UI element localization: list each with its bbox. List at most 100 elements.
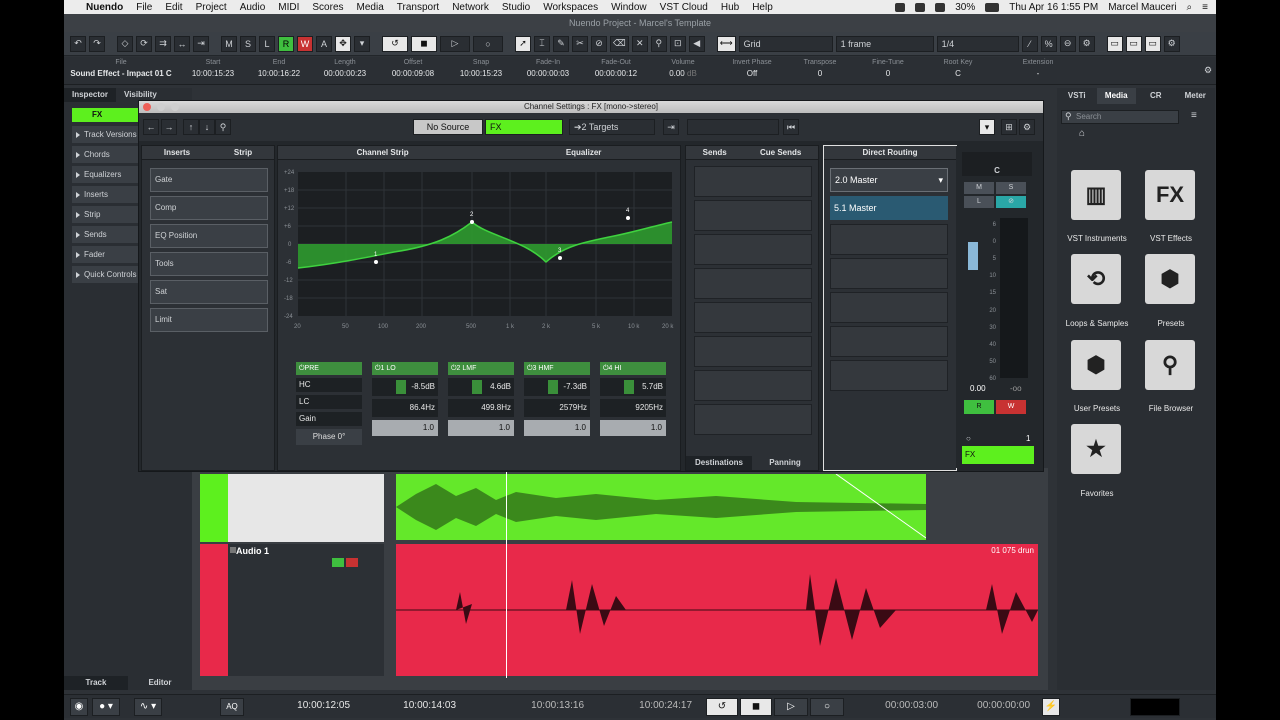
routing-slot[interactable] [830, 258, 948, 289]
play-icon[interactable]: ▷ [440, 35, 470, 52]
band-header[interactable]: ⏻ 4 HI [600, 362, 666, 375]
routing-slot[interactable] [830, 224, 948, 255]
strip-module-comp[interactable]: Comp [150, 196, 268, 220]
record-enable-icon[interactable]: ○ [966, 434, 971, 443]
list-view-icon[interactable]: ≡ [1191, 110, 1197, 121]
tempo-display[interactable] [1130, 698, 1180, 716]
snap-icon[interactable]: ⟷ [716, 35, 736, 52]
read-icon[interactable] [332, 558, 344, 567]
pan-control[interactable]: C [962, 152, 1032, 176]
punch-out-time[interactable]: 10:00:24:17 [606, 700, 692, 711]
window-settings-icon[interactable]: ⚙ [1019, 119, 1035, 135]
info-file-value[interactable]: Sound Effect - Impact 01 C [66, 69, 176, 78]
split-icon[interactable]: ✂ [572, 35, 588, 52]
input-source-button[interactable]: No Source [413, 119, 483, 135]
info-value[interactable]: 10:00:16:22 [250, 69, 308, 78]
tab-sends[interactable]: Sends [703, 148, 727, 157]
menu-media[interactable]: Media [357, 2, 384, 13]
cycle-icon[interactable]: ↺ [382, 35, 408, 52]
info-cell[interactable]: Extension - [1008, 59, 1068, 78]
menu-list-icon[interactable]: ≡ [1202, 2, 1208, 13]
file-browser-icon[interactable]: ⚲ [1145, 340, 1195, 390]
tab-vsti[interactable]: VSTi [1057, 88, 1097, 104]
menu-workspaces[interactable]: Workspaces [543, 2, 598, 13]
search-icon[interactable]: ⚲ [215, 119, 231, 135]
fader-volume-value[interactable]: 0.00 [970, 384, 986, 393]
info-settings-icon[interactable]: ⚙ [1204, 65, 1212, 76]
forward-icon[interactable]: → [161, 119, 177, 135]
band-q[interactable]: 1.0 [372, 420, 438, 436]
down-icon[interactable]: ↓ [199, 119, 215, 135]
mute-tool-icon[interactable]: ✕ [631, 35, 648, 52]
star-icon[interactable]: ★ [1071, 424, 1121, 474]
channel-strip-tab[interactable]: Channel Strip [357, 148, 409, 157]
aq-button[interactable]: AQ [220, 698, 244, 716]
object-select-icon[interactable]: ➚ [515, 35, 531, 52]
mute-icon[interactable] [230, 547, 236, 553]
write-button[interactable]: W [996, 400, 1026, 414]
autoscroll-icon[interactable]: ⇉ [155, 35, 171, 52]
routing-slot[interactable]: 5.1 Master [830, 196, 948, 220]
zoom-icon[interactable] [171, 103, 179, 111]
menu-hub[interactable]: Hub [721, 2, 739, 13]
nudge-icon[interactable]: ⇥ [193, 35, 209, 52]
window-layout-icon[interactable]: ⊞ [1001, 119, 1017, 135]
layout-left-icon[interactable]: ▭ [1106, 35, 1123, 52]
tab-panning[interactable]: Panning [752, 456, 818, 470]
tab-destinations[interactable]: Destinations [686, 456, 752, 470]
eq-band-handle[interactable] [470, 220, 474, 224]
band-gain[interactable]: 5.7dB [600, 378, 666, 396]
post-roll-time[interactable]: 00:00:00:00 [954, 700, 1030, 711]
info-value[interactable]: 00:00:09:08 [384, 69, 442, 78]
layout-right-icon[interactable]: ▭ [1144, 35, 1161, 52]
info-value[interactable]: 0.00 dB [654, 69, 712, 78]
band-gain[interactable]: -8.5dB [372, 378, 438, 396]
band-gain[interactable]: 4.6dB [448, 378, 514, 396]
left-locator[interactable]: 10:00:12:05 [274, 700, 350, 711]
automation-mode-icon[interactable]: ✥ [335, 35, 351, 52]
erase-icon[interactable]: ⌫ [610, 35, 629, 52]
pre-header[interactable]: ⏻ PRE [296, 362, 362, 375]
stop-icon[interactable]: ◼ [740, 698, 772, 716]
undo-icon[interactable]: ↶ [70, 35, 86, 52]
settings-icon[interactable]: ⚙ [1078, 35, 1095, 52]
mute-button[interactable]: M [964, 182, 994, 194]
output-targets-button[interactable]: ➔ 2 Targets [569, 119, 655, 135]
preset-nav-icon[interactable]: ⏮ [783, 119, 799, 135]
comp-icon[interactable]: ⊡ [669, 35, 686, 52]
close-icon[interactable] [143, 103, 151, 111]
tab-strip[interactable]: Strip [234, 148, 252, 157]
fader-channel-name[interactable]: FX [962, 446, 1034, 464]
send-slot[interactable] [694, 336, 812, 367]
info-cell[interactable]: Invert Phase Off [720, 59, 784, 78]
info-cell[interactable]: Fade-In 00:00:00:03 [518, 59, 578, 78]
suspend-icon[interactable]: ↔ [174, 35, 190, 52]
constrain-icon[interactable]: ◇ [117, 35, 133, 52]
user-presets-icon[interactable]: ⬢ [1071, 340, 1121, 390]
fx-icon[interactable]: FX [1145, 170, 1195, 220]
band-freq[interactable]: 9205Hz [600, 399, 666, 417]
fx-track-header[interactable] [228, 474, 384, 542]
redo-icon[interactable]: ↷ [89, 35, 105, 52]
battery-level[interactable]: 30% [955, 2, 975, 13]
info-cell[interactable]: Fade-Out 00:00:00:12 [586, 59, 646, 78]
dropdown-icon[interactable]: ▾ [354, 35, 370, 52]
menu-help[interactable]: Help [752, 2, 773, 13]
peak-value[interactable]: -oo [1010, 384, 1022, 393]
cycle-icon[interactable]: ↺ [706, 698, 738, 716]
band-header[interactable]: ⏻ 1 LO [372, 362, 438, 375]
solo-all-button[interactable]: S [240, 35, 256, 52]
user-name[interactable]: Marcel Mauceri [1108, 2, 1176, 13]
routing-slot[interactable] [830, 326, 948, 357]
info-value[interactable]: 10:00:15:23 [184, 69, 242, 78]
band-header[interactable]: ⏻ 2 LMF [448, 362, 514, 375]
send-slot[interactable] [694, 404, 812, 435]
info-cell[interactable]: Offset 00:00:09:08 [384, 59, 442, 78]
info-value[interactable]: Off [720, 69, 784, 78]
menu-network[interactable]: Network [452, 2, 489, 13]
menu-transport[interactable]: Transport [397, 2, 439, 13]
zoom-icon[interactable]: ⚲ [650, 35, 667, 52]
send-slot[interactable] [694, 370, 812, 401]
info-cell[interactable]: Length 00:00:00:23 [316, 59, 374, 78]
menu-scores[interactable]: Scores [312, 2, 343, 13]
